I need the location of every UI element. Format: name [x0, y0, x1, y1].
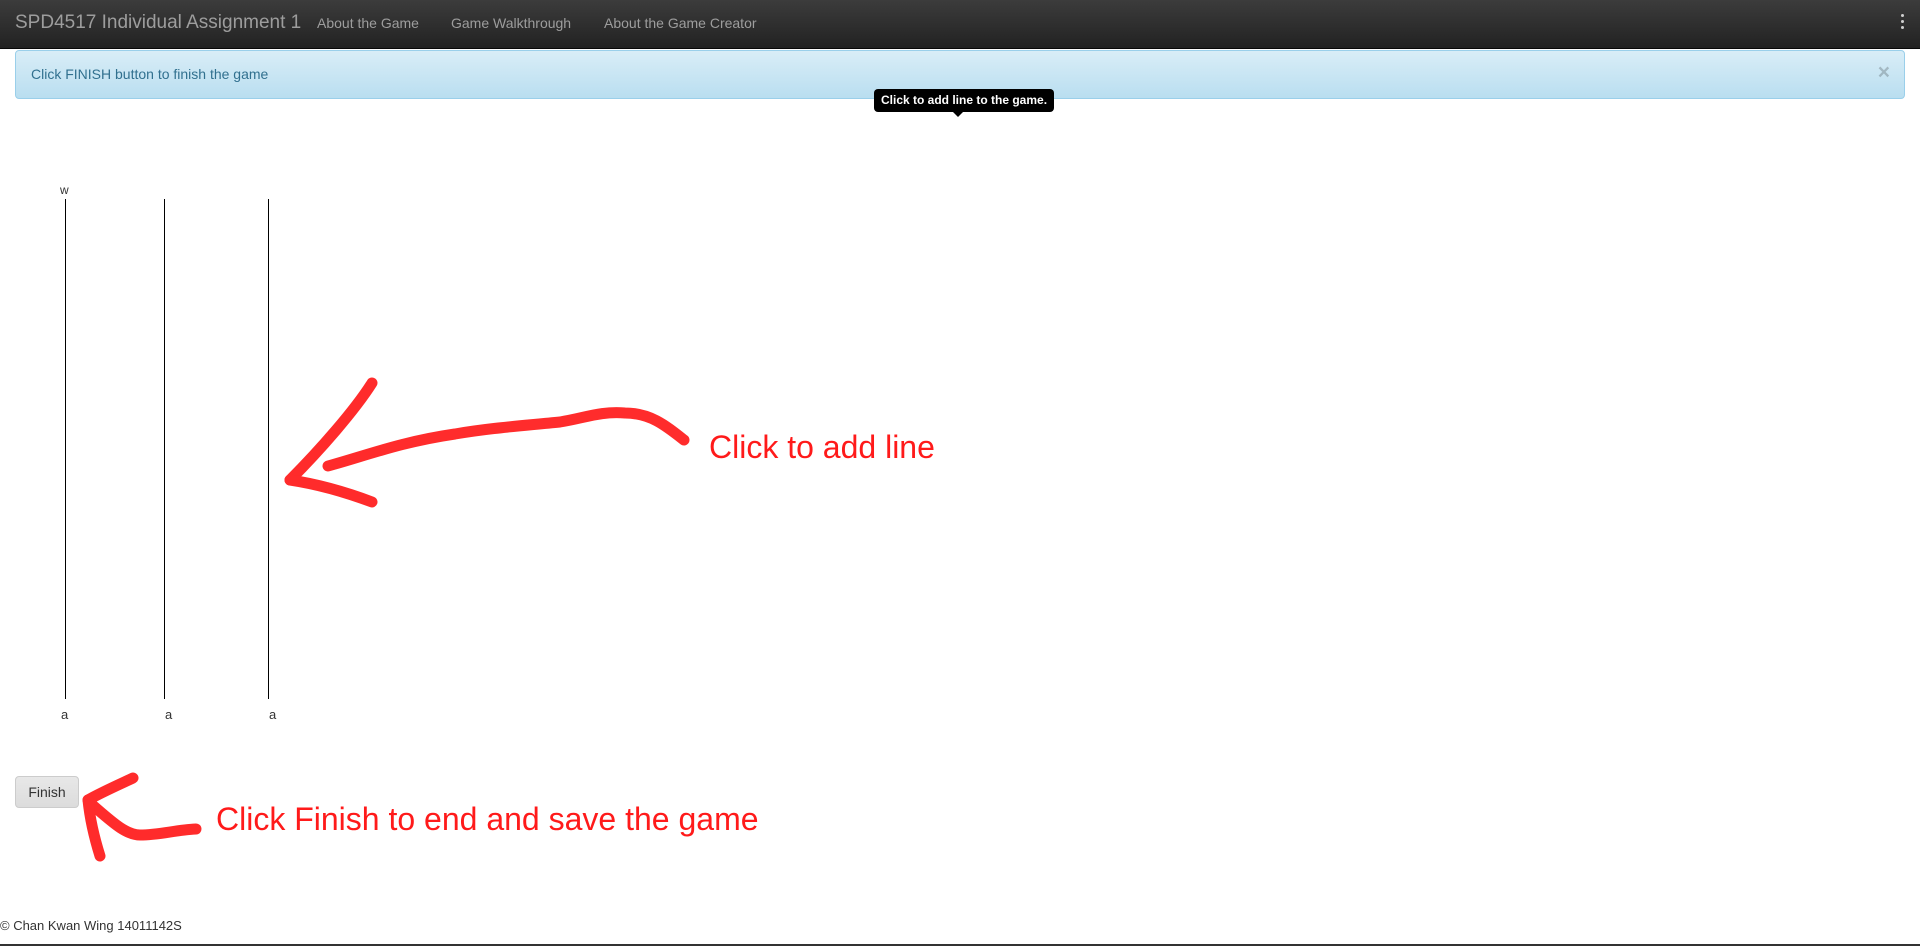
alert-message: Click FINISH button to finish the game: [31, 66, 269, 82]
nav-about-game[interactable]: About the Game: [317, 15, 419, 31]
finish-arrow: [82, 772, 202, 862]
line-bottom-label-3: a: [269, 707, 277, 722]
close-icon[interactable]: ×: [1878, 62, 1890, 83]
tooltip-arrow: [953, 112, 963, 117]
brand-link[interactable]: SPD4517 Individual Assignment 1: [15, 12, 301, 34]
add-line-annotation: Click to add line: [709, 429, 935, 465]
kebab-menu-icon[interactable]: [1900, 14, 1906, 34]
finish-button[interactable]: Finish: [15, 776, 79, 808]
line-bottom-label-2: a: [165, 707, 173, 722]
game-line-3[interactable]: [268, 199, 269, 699]
line-bottom-label-1: a: [61, 707, 69, 722]
footer-copyright: © Chan Kwan Wing 14011142S: [0, 918, 182, 933]
game-line-1[interactable]: [65, 199, 66, 699]
nav-game-walkthrough[interactable]: Game Walkthrough: [451, 15, 571, 31]
add-line-tooltip: Click to add line to the game.: [874, 89, 1055, 112]
nav-about-creator[interactable]: About the Game Creator: [604, 15, 757, 31]
top-navbar: SPD4517 Individual Assignment 1 About th…: [0, 0, 1920, 49]
game-canvas[interactable]: w a a a: [0, 140, 1920, 740]
line-top-label: w: [60, 183, 69, 197]
game-line-2[interactable]: [164, 199, 165, 699]
finish-annotation: Click Finish to end and save the game: [216, 801, 759, 837]
